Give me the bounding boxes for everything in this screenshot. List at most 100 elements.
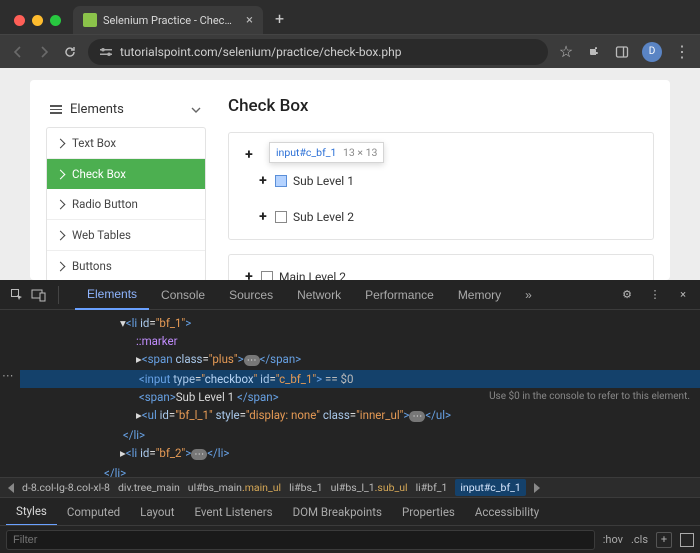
subtab-properties[interactable]: Properties — [392, 498, 465, 526]
minimize-window-icon[interactable] — [32, 15, 43, 26]
device-toolbar-icon[interactable] — [30, 286, 48, 304]
site-settings-icon[interactable] — [100, 46, 112, 58]
devtools-tab-performance[interactable]: Performance — [353, 280, 446, 310]
extensions-icon[interactable] — [586, 44, 602, 60]
crumb-scroll-right-icon[interactable] — [534, 483, 540, 493]
gear-icon[interactable]: ⚙ — [618, 286, 636, 304]
subtab-event-listeners[interactable]: Event Listeners — [185, 498, 283, 526]
code-line[interactable]: </li> — [20, 426, 700, 444]
page-viewport: Elements Text Box Check Box Radio Button… — [0, 68, 700, 280]
expand-icon[interactable]: + — [257, 173, 269, 189]
tab-close-icon[interactable]: × — [246, 13, 253, 28]
sidebar-header[interactable]: Elements — [46, 96, 206, 127]
code-line[interactable]: ▸<li id="bf_2">⋯</li> — [20, 444, 700, 464]
arrow-right-icon — [56, 230, 66, 240]
sidebar: Elements Text Box Check Box Radio Button… — [46, 96, 206, 264]
breadcrumb[interactable]: d-8.col-lg-8.col-xl-8 div.tree_main ul#b… — [0, 477, 700, 497]
checkbox-sub-1[interactable] — [275, 175, 287, 187]
kebab-menu-icon[interactable]: ⋮ — [646, 286, 664, 304]
address-bar: tutorialspoint.com/selenium/practice/che… — [0, 34, 700, 68]
expand-icon[interactable]: + — [257, 209, 269, 225]
sidebar-item-text-box[interactable]: Text Box — [47, 128, 205, 159]
tree-row-sub-2[interactable]: + Sub Level 2 — [243, 207, 639, 227]
crumb[interactable]: li#bf_1 — [416, 481, 448, 494]
checkbox-sub-2[interactable] — [275, 211, 287, 223]
code-line-selected[interactable]: <input type="checkbox" id="c_bf_1"> == $… — [20, 370, 700, 388]
styles-subtabs: Styles Computed Layout Event Listeners D… — [0, 497, 700, 525]
sidebar-title: Elements — [70, 102, 124, 117]
kebab-menu-icon[interactable]: ⋮ — [674, 44, 690, 60]
sidebar-item-label: Buttons — [72, 259, 112, 273]
devtools-tab-console[interactable]: Console — [149, 280, 217, 310]
code-line[interactable]: ▸<ul id="bf_l_1" style="display: none" c… — [20, 406, 700, 426]
tree-box-1: + input#c_bf_1 13 × 13 + Sub Level 1 + S… — [228, 132, 654, 240]
sidebar-item-label: Web Tables — [72, 228, 131, 242]
tree-row-main-1[interactable]: + input#c_bf_1 13 × 13 — [243, 145, 639, 165]
arrow-right-icon — [56, 169, 66, 179]
devtools-tab-more[interactable]: » — [513, 280, 544, 310]
tree-label: Main Level 2 — [279, 270, 346, 280]
styles-filter-input[interactable] — [6, 530, 595, 550]
crumb[interactable]: ul#bs_l_1.sub_ul — [331, 481, 408, 494]
arrow-right-icon — [56, 138, 66, 148]
elements-tree[interactable]: ⋯ ▾<li id="bf_1"> ::marker ▸<span class=… — [0, 310, 700, 477]
crumb[interactable]: li#bs_1 — [289, 481, 323, 494]
subtab-layout[interactable]: Layout — [130, 498, 184, 526]
sidebar-item-web-tables[interactable]: Web Tables — [47, 220, 205, 251]
devtools-tab-network[interactable]: Network — [285, 280, 353, 310]
crumb-scroll-left-icon[interactable] — [8, 483, 14, 493]
maximize-window-icon[interactable] — [50, 15, 61, 26]
reload-button[interactable] — [62, 44, 78, 60]
devtools-tab-memory[interactable]: Memory — [446, 280, 513, 310]
code-line[interactable]: </li> — [20, 464, 700, 477]
tree-row-sub-1[interactable]: + Sub Level 1 — [243, 171, 639, 191]
code-line[interactable]: ▾<li id="bf_1"> — [20, 314, 700, 332]
sidebar-item-label: Radio Button — [72, 197, 138, 211]
devtools-tab-sources[interactable]: Sources — [217, 280, 285, 310]
devtools-tabs: Elements Console Sources Network Perform… — [75, 280, 614, 310]
url-field[interactable]: tutorialspoint.com/selenium/practice/che… — [88, 39, 548, 65]
subtab-dom-breakpoints[interactable]: DOM Breakpoints — [283, 498, 392, 526]
expand-icon[interactable]: + — [243, 269, 255, 280]
gutter-dots-icon: ⋯ — [2, 366, 15, 384]
computed-panel-icon[interactable] — [680, 533, 694, 547]
side-panel-icon[interactable] — [614, 44, 630, 60]
tab-strip: Selenium Practice - Check B × + — [0, 0, 700, 34]
back-button[interactable] — [10, 44, 26, 60]
main-panel: Check Box + input#c_bf_1 13 × 13 + Sub L… — [228, 96, 654, 264]
close-icon[interactable]: × — [674, 286, 692, 304]
chevron-down-icon — [190, 104, 202, 116]
inspect-element-icon[interactable] — [8, 286, 26, 304]
subtab-computed[interactable]: Computed — [57, 498, 130, 526]
cls-toggle[interactable]: .cls — [631, 533, 648, 546]
subtab-accessibility[interactable]: Accessibility — [465, 498, 549, 526]
new-style-rule-icon[interactable]: + — [656, 532, 672, 548]
tree-row-main-2[interactable]: + Main Level 2 — [243, 267, 639, 280]
devtools-toolbar: Elements Console Sources Network Perform… — [0, 280, 700, 310]
sidebar-item-check-box[interactable]: Check Box — [47, 159, 205, 189]
expand-icon[interactable]: + — [243, 147, 255, 163]
sidebar-item-buttons[interactable]: Buttons — [47, 251, 205, 280]
close-window-icon[interactable] — [14, 15, 25, 26]
console-hint: Use $0 in the console to refer to this e… — [489, 388, 690, 406]
crumb[interactable]: div.tree_main — [118, 481, 180, 494]
crumb[interactable]: ul#bs_main.main_ul — [188, 481, 281, 494]
subtab-styles[interactable]: Styles — [6, 498, 57, 526]
devtools-panel: Elements Console Sources Network Perform… — [0, 280, 700, 553]
code-line[interactable]: ::marker — [20, 332, 700, 350]
new-tab-button[interactable]: + — [269, 9, 292, 34]
page-heading: Check Box — [228, 96, 654, 116]
url-text: tutorialspoint.com/selenium/practice/che… — [120, 45, 402, 59]
forward-button[interactable] — [36, 44, 52, 60]
sidebar-item-radio-button[interactable]: Radio Button — [47, 189, 205, 220]
star-icon[interactable]: ☆ — [558, 44, 574, 60]
window-controls — [8, 15, 67, 34]
browser-tab[interactable]: Selenium Practice - Check B × — [73, 6, 263, 34]
page-content: Elements Text Box Check Box Radio Button… — [30, 80, 670, 280]
hov-toggle[interactable]: :hov — [603, 533, 623, 546]
code-line[interactable]: ▸<span class="plus">⋯</span> — [20, 350, 700, 370]
profile-avatar[interactable]: D — [642, 42, 662, 62]
devtools-tab-elements[interactable]: Elements — [75, 280, 149, 310]
crumb[interactable]: d-8.col-lg-8.col-xl-8 — [22, 481, 110, 494]
crumb-active[interactable]: input#c_bf_1 — [455, 479, 525, 496]
